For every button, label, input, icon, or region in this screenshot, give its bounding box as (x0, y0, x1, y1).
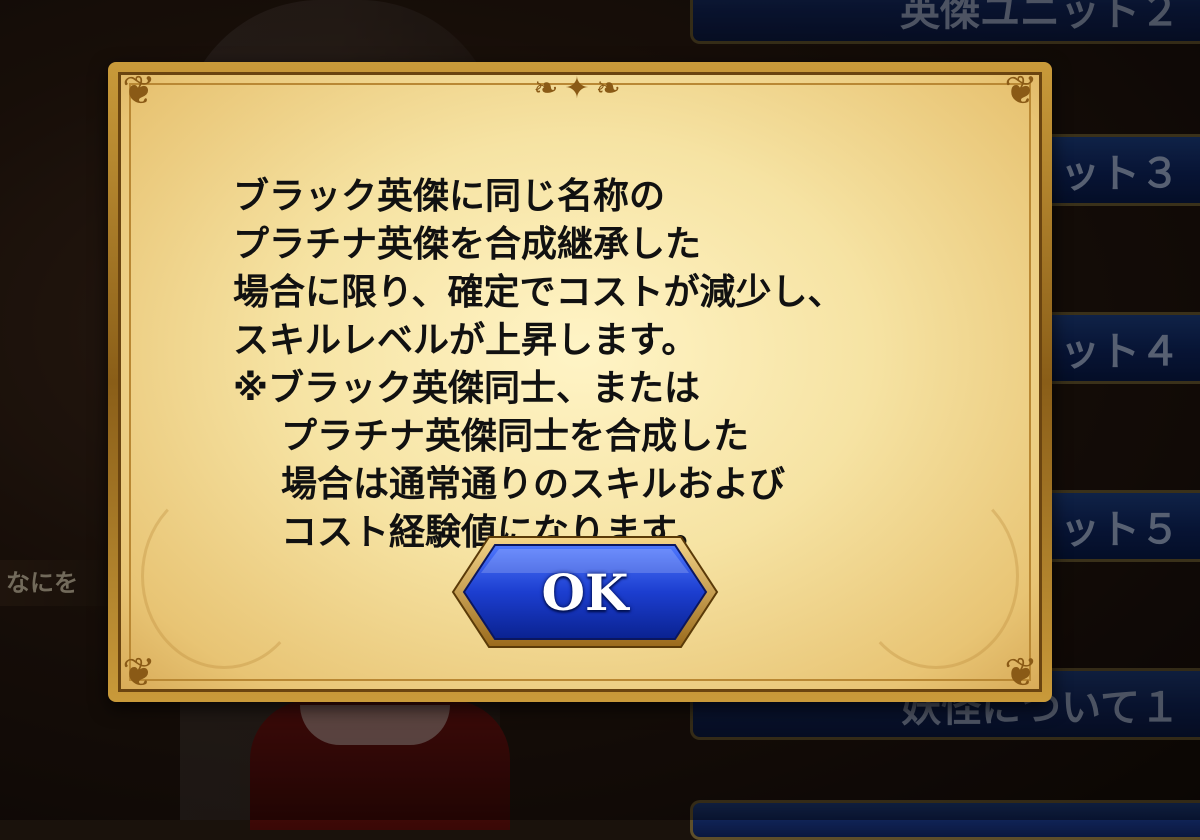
message-note-line: プラチナ英傑同士を合成した (281, 416, 750, 457)
ok-button-label: OK (541, 562, 629, 622)
message-line: 場合に限り、確定でコストが減少し、 (233, 272, 844, 313)
dialog-parchment: ❦ ❦ ❦ ❦ ❧✦❧ ブラック英傑に同じ名称の プラチナ英傑を合成継承した 場… (118, 72, 1042, 692)
message-line: スキルレベルが上昇します。 (233, 320, 698, 361)
top-ornament-icon: ❧✦❧ (533, 72, 627, 106)
corner-ornament-icon: ❦ (1004, 72, 1038, 114)
message-note-line: 場合は通常通りのスキルおよび (281, 464, 786, 505)
ok-button[interactable]: OK (449, 533, 721, 651)
message-line: ブラック英傑に同じ名称の (233, 176, 666, 217)
message-dialog: ❦ ❦ ❦ ❦ ❧✦❧ ブラック英傑に同じ名称の プラチナ英傑を合成継承した 場… (108, 62, 1052, 702)
corner-ornament-icon: ❦ (122, 650, 156, 692)
message-line: プラチナ英傑を合成継承した (233, 224, 702, 265)
corner-ornament-icon: ❦ (1004, 650, 1038, 692)
message-note-line: ※ブラック英傑同士、または (233, 368, 700, 409)
dialog-message: ブラック英傑に同じ名称の プラチナ英傑を合成継承した 場合に限り、確定でコストが… (233, 173, 979, 557)
corner-ornament-icon: ❦ (122, 72, 156, 114)
